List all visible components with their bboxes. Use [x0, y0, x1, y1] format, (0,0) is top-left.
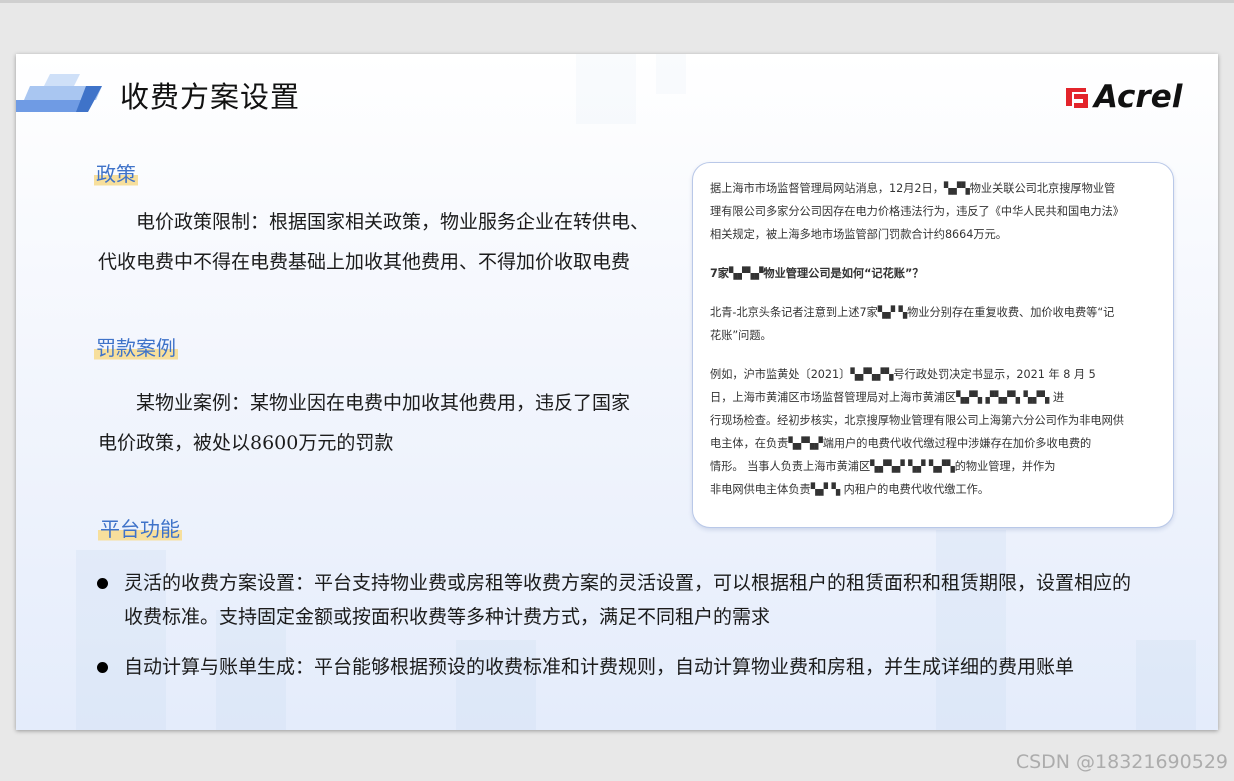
bullet-dot-icon: [97, 578, 108, 589]
news-line: 日，上海市黄浦区市场监督管理局对上海市黄浦区▚▞▚ ▞▚▞▚ ▚▞▚ 进: [710, 391, 1065, 404]
list-item-line: 灵活的收费方案设置：平台支持物业费或房租等收费方案的灵活设置，可以根据租户的租赁…: [124, 572, 1132, 594]
news-line: 情形。 当事人负责上海市黄浦区▚▞▚▞ ▚▞ ▚▞▚的物业管理，并作为: [710, 460, 1056, 473]
news-line: 花账”问题。: [710, 329, 772, 342]
section-heading-penalty: 罚款案例: [94, 332, 178, 361]
news-line: 非电网供电主体负责▚▞ ▚ 内租户的电费代收代缴工作。: [710, 483, 990, 496]
policy-line: 电价政策限制：根据国家相关政策，物业服务企业在转供电、: [136, 211, 650, 233]
news-subheading: 7家▚▞▚▞物业管理公司是如何“记花账”？: [710, 267, 924, 280]
penalty-line: 某物业案例：某物业因在电费中加收其他费用，违反了国家: [136, 392, 631, 414]
page-title: 收费方案设置: [120, 80, 301, 114]
bg-block: [656, 54, 686, 94]
news-excerpt-card: 据上海市市场监督管理局网站消息，12月2日，▚▞▚物业关联公司北京搜厚物业管 理…: [692, 162, 1174, 528]
window-top-edge: [0, 0, 1234, 3]
feature-list: 灵活的收费方案设置：平台支持物业费或房租等收费方案的灵活设置，可以根据租户的租赁…: [96, 566, 1206, 700]
acrel-logo-icon: [1066, 88, 1088, 108]
news-line: 北青-北京头条记者注意到上述7家▚▞ ▚物业分别存在重复收费、加价收电费等“记: [710, 306, 1115, 319]
news-line: 相关规定，被上海多地市场监管部门罚款合计约8664万元。: [710, 228, 1007, 241]
brand-logo: Acrel: [1064, 79, 1183, 115]
penalty-paragraph: 某物业案例：某物业因在电费中加收其他费用，违反了国家 电价政策，被处以8600万…: [98, 383, 688, 463]
list-item: 灵活的收费方案设置：平台支持物业费或房租等收费方案的灵活设置，可以根据租户的租赁…: [96, 566, 1206, 634]
slide: 收费方案设置 Acrel 政策 电价政策限制：根据国家相关政策，物业服务企业在转…: [16, 54, 1218, 730]
news-line: 行现场检查。经初步核实，北京搜厚物业管理有限公司上海第六分公司作为非电网供: [710, 414, 1124, 427]
policy-line: 代收电费中不得在电费基础上加收其他费用、不得加价收取电费: [98, 251, 631, 273]
title-stripes-icon: [16, 74, 102, 112]
list-item-line: 收费标准。支持固定金额或按面积收费等多种计费方式，满足不同租户的需求: [124, 606, 771, 628]
policy-paragraph: 电价政策限制：根据国家相关政策，物业服务企业在转供电、 代收电费中不得在电费基础…: [98, 202, 688, 282]
logo-text: Acrel: [1094, 79, 1183, 115]
watermark: CSDN @18321690529: [1015, 751, 1228, 773]
bullet-dot-icon: [97, 662, 108, 673]
bg-block: [576, 54, 636, 124]
news-line: 据上海市市场监督管理局网站消息，12月2日，▚▞▚物业关联公司北京搜厚物业管: [710, 182, 1116, 195]
news-line: 理有限公司多家分公司因存在电力价格违法行为，违反了《中华人民共和国电力法》: [710, 205, 1124, 218]
list-item: 自动计算与账单生成：平台能够根据预设的收费标准和计费规则，自动计算物业费和房租，…: [96, 650, 1206, 684]
section-heading-policy: 政策: [94, 158, 138, 187]
penalty-line: 电价政策，被处以8600万元的罚款: [98, 432, 394, 454]
news-line: 电主体，在负责▚▞▚▞端用户的电费代收代缴过程中涉嫌存在加价多收电费的: [710, 437, 1092, 450]
list-item-line: 自动计算与账单生成：平台能够根据预设的收费标准和计费规则，自动计算物业费和房租，…: [124, 656, 1075, 678]
news-line: 例如，沪市监黄处〔2021〕▚▞▚▞▚号行政处罚决定书显示，2021 年 8 月…: [710, 368, 1096, 381]
section-heading-platform: 平台功能: [98, 513, 182, 542]
